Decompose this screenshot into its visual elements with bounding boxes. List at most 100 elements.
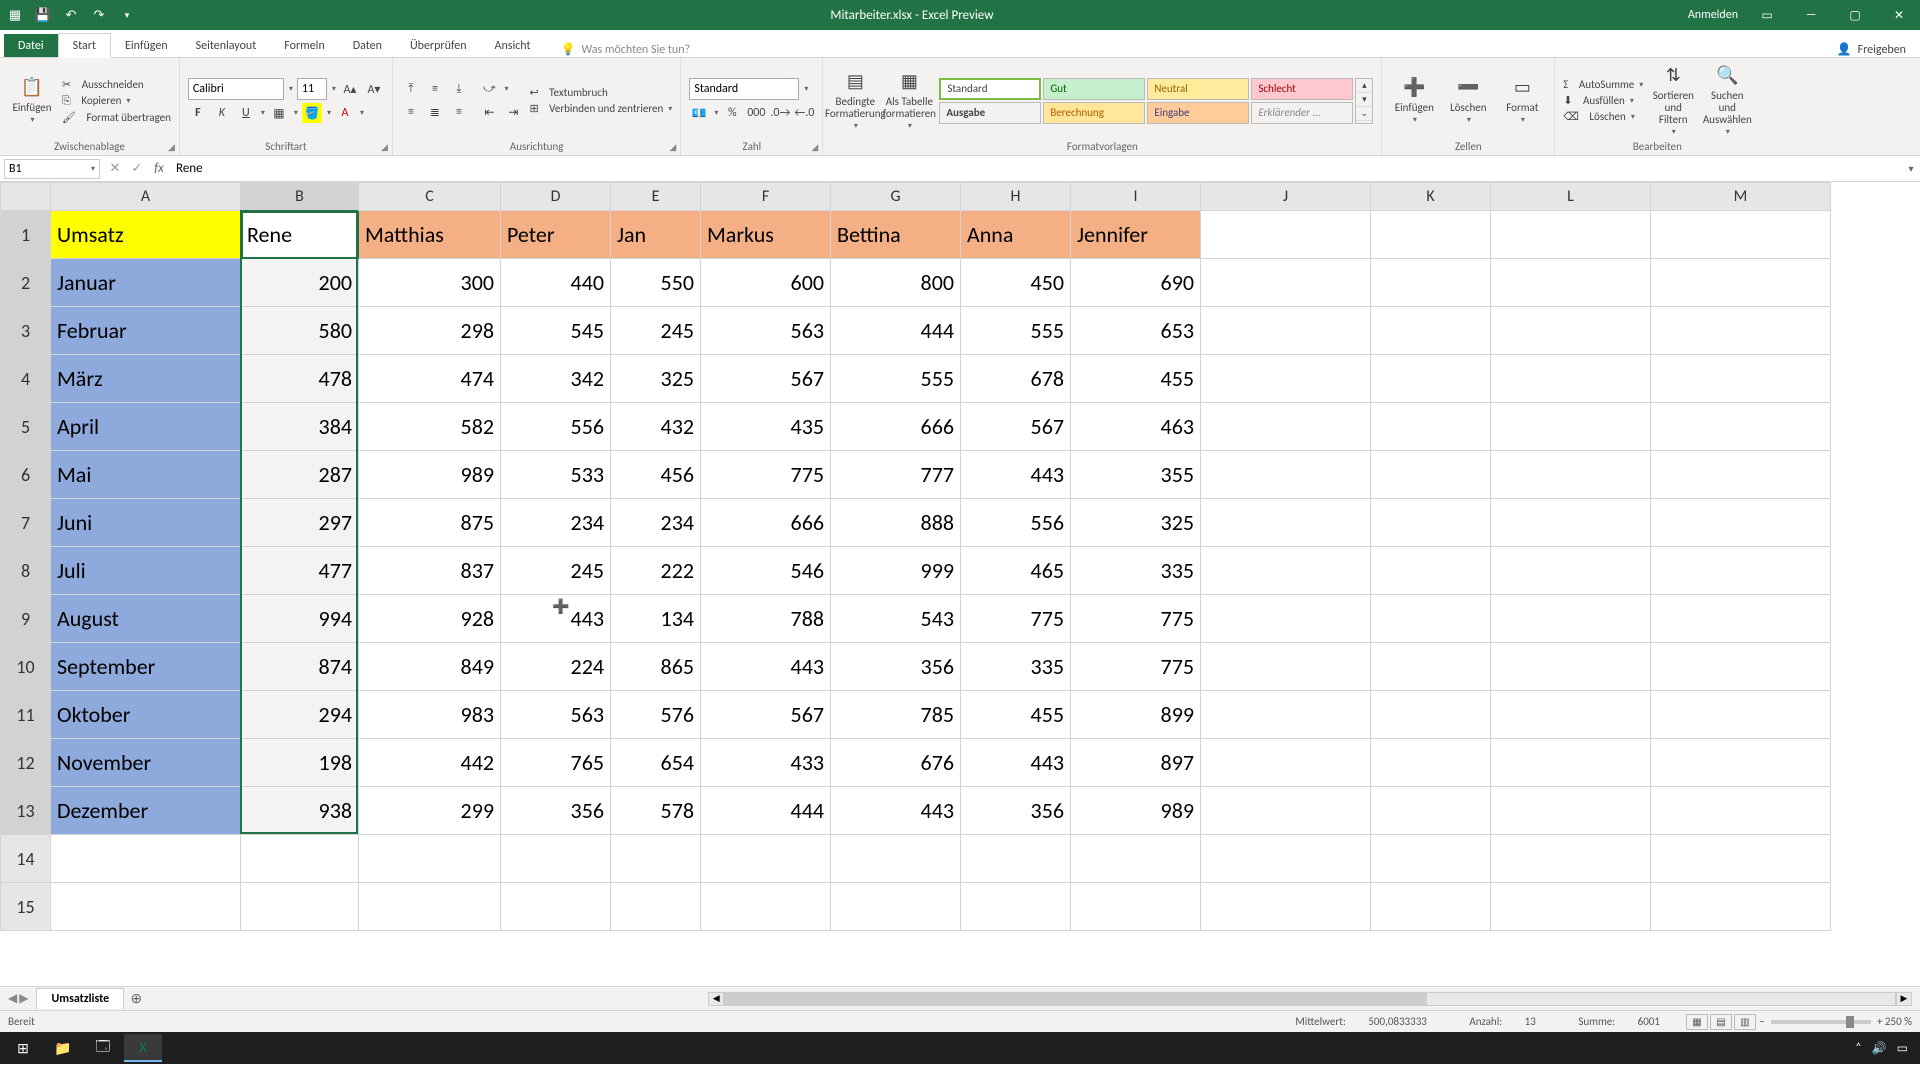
cell[interactable]: 775 <box>1071 643 1201 691</box>
paste-button[interactable]: 📋 Einfügen ▾ <box>8 74 56 127</box>
cell[interactable]: 440 <box>501 259 611 307</box>
align-top-icon[interactable]: ⤒ <box>401 79 421 99</box>
page-layout-view-icon[interactable]: ▤ <box>1710 1014 1732 1030</box>
cell[interactable]: 356 <box>831 643 961 691</box>
cell[interactable] <box>51 883 241 931</box>
cell[interactable]: Umsatz <box>51 211 241 259</box>
cell[interactable]: Dezember <box>51 787 241 835</box>
sort-filter-button[interactable]: ⇅Sortieren und Filtern▾ <box>1649 62 1697 139</box>
align-middle-icon[interactable]: ≡ <box>425 79 445 99</box>
cell[interactable] <box>1491 403 1651 451</box>
column-header[interactable]: C <box>359 183 501 211</box>
cell[interactable]: November <box>51 739 241 787</box>
cell[interactable]: 443 <box>501 595 611 643</box>
cell[interactable]: 543 <box>831 595 961 643</box>
align-bottom-icon[interactable]: ⤓ <box>449 79 469 99</box>
cell[interactable]: Markus <box>701 211 831 259</box>
cell[interactable] <box>1071 883 1201 931</box>
share-button[interactable]: 👤 Freigeben <box>1823 42 1920 57</box>
cell[interactable] <box>1201 787 1371 835</box>
zoom-level[interactable]: 250 % <box>1885 1015 1912 1028</box>
cell[interactable] <box>1371 691 1491 739</box>
delete-cells-button[interactable]: ➖Löschen▾ <box>1444 74 1492 127</box>
find-select-button[interactable]: 🔍Suchen und Auswählen▾ <box>1703 62 1751 139</box>
select-all-button[interactable] <box>1 183 51 211</box>
maximize-icon[interactable]: ▢ <box>1840 8 1870 23</box>
cell[interactable]: 477 <box>241 547 359 595</box>
cell[interactable] <box>51 835 241 883</box>
cell[interactable]: 666 <box>701 499 831 547</box>
tab-insert[interactable]: Einfügen <box>111 34 182 57</box>
dialog-launcher-icon[interactable]: ◢ <box>168 142 175 153</box>
cell[interactable] <box>1371 739 1491 787</box>
tab-data[interactable]: Daten <box>339 34 396 57</box>
format-painter-button[interactable]: 🖌 Format übertragen <box>62 111 171 124</box>
cell[interactable] <box>1371 451 1491 499</box>
cell[interactable]: 849 <box>359 643 501 691</box>
cell[interactable] <box>831 835 961 883</box>
column-header[interactable]: F <box>701 183 831 211</box>
cell[interactable] <box>1371 211 1491 259</box>
cell[interactable]: 474 <box>359 355 501 403</box>
cell[interactable]: 837 <box>359 547 501 595</box>
next-sheet-icon[interactable]: ▶ <box>19 991 28 1006</box>
border-button[interactable]: ▦ <box>269 103 289 123</box>
cell[interactable]: 478 <box>241 355 359 403</box>
cell[interactable]: Oktober <box>51 691 241 739</box>
cell[interactable]: Januar <box>51 259 241 307</box>
bold-button[interactable]: F <box>188 103 208 123</box>
row-header[interactable]: 5 <box>1 403 51 451</box>
cell[interactable]: 676 <box>831 739 961 787</box>
expand-formula-bar-icon[interactable]: ▾ <box>1902 162 1920 175</box>
cell[interactable]: 444 <box>831 307 961 355</box>
cell[interactable] <box>1371 259 1491 307</box>
insert-cells-button[interactable]: ➕Einfügen▾ <box>1390 74 1438 127</box>
task-app-icon[interactable]: 🗔 <box>84 1034 122 1062</box>
cell[interactable] <box>1651 547 1831 595</box>
cell[interactable]: 300 <box>359 259 501 307</box>
cell[interactable] <box>701 883 831 931</box>
cell[interactable] <box>1651 259 1831 307</box>
cell[interactable] <box>1201 211 1371 259</box>
cell[interactable] <box>241 883 359 931</box>
tray-chevron-icon[interactable]: ˄ <box>1855 1041 1861 1055</box>
cell[interactable] <box>1371 499 1491 547</box>
cell[interactable] <box>359 835 501 883</box>
column-header[interactable]: H <box>961 183 1071 211</box>
style-neutral[interactable]: Neutral <box>1147 78 1249 100</box>
number-format-combo[interactable] <box>689 78 799 100</box>
font-color-button[interactable]: A <box>335 103 355 123</box>
cell[interactable]: 384 <box>241 403 359 451</box>
cell[interactable]: 450 <box>961 259 1071 307</box>
cell[interactable] <box>1371 595 1491 643</box>
cell[interactable]: 989 <box>359 451 501 499</box>
cell[interactable] <box>1651 643 1831 691</box>
file-explorer-icon[interactable]: 📁 <box>44 1034 82 1062</box>
column-header[interactable]: A <box>51 183 241 211</box>
cell[interactable]: 298 <box>359 307 501 355</box>
sheet-tab-active[interactable]: Umsatzliste <box>36 988 124 1009</box>
cell[interactable]: 325 <box>611 355 701 403</box>
cell[interactable]: 563 <box>701 307 831 355</box>
cell[interactable]: 874 <box>241 643 359 691</box>
conditional-formatting-button[interactable]: ▤Bedingte Formatierung▾ <box>831 68 879 133</box>
cell[interactable]: Bettina <box>831 211 961 259</box>
cell[interactable]: 999 <box>831 547 961 595</box>
style-good[interactable]: Gut <box>1043 78 1145 100</box>
cell[interactable] <box>1371 403 1491 451</box>
cell[interactable]: 342 <box>501 355 611 403</box>
row-header[interactable]: 4 <box>1 355 51 403</box>
comma-icon[interactable]: 000 <box>746 103 766 123</box>
close-icon[interactable]: ✕ <box>1884 8 1914 23</box>
cell[interactable] <box>1371 835 1491 883</box>
tab-file[interactable]: Datei <box>4 34 58 57</box>
cell[interactable] <box>1491 883 1651 931</box>
cell[interactable]: Anna <box>961 211 1071 259</box>
cell[interactable]: 690 <box>1071 259 1201 307</box>
tab-home[interactable]: Start <box>58 33 111 58</box>
fill-color-button[interactable]: 🪣 <box>302 103 322 123</box>
cell[interactable]: 555 <box>831 355 961 403</box>
cell[interactable] <box>1201 259 1371 307</box>
cell[interactable]: 335 <box>961 643 1071 691</box>
cell[interactable]: 582 <box>359 403 501 451</box>
